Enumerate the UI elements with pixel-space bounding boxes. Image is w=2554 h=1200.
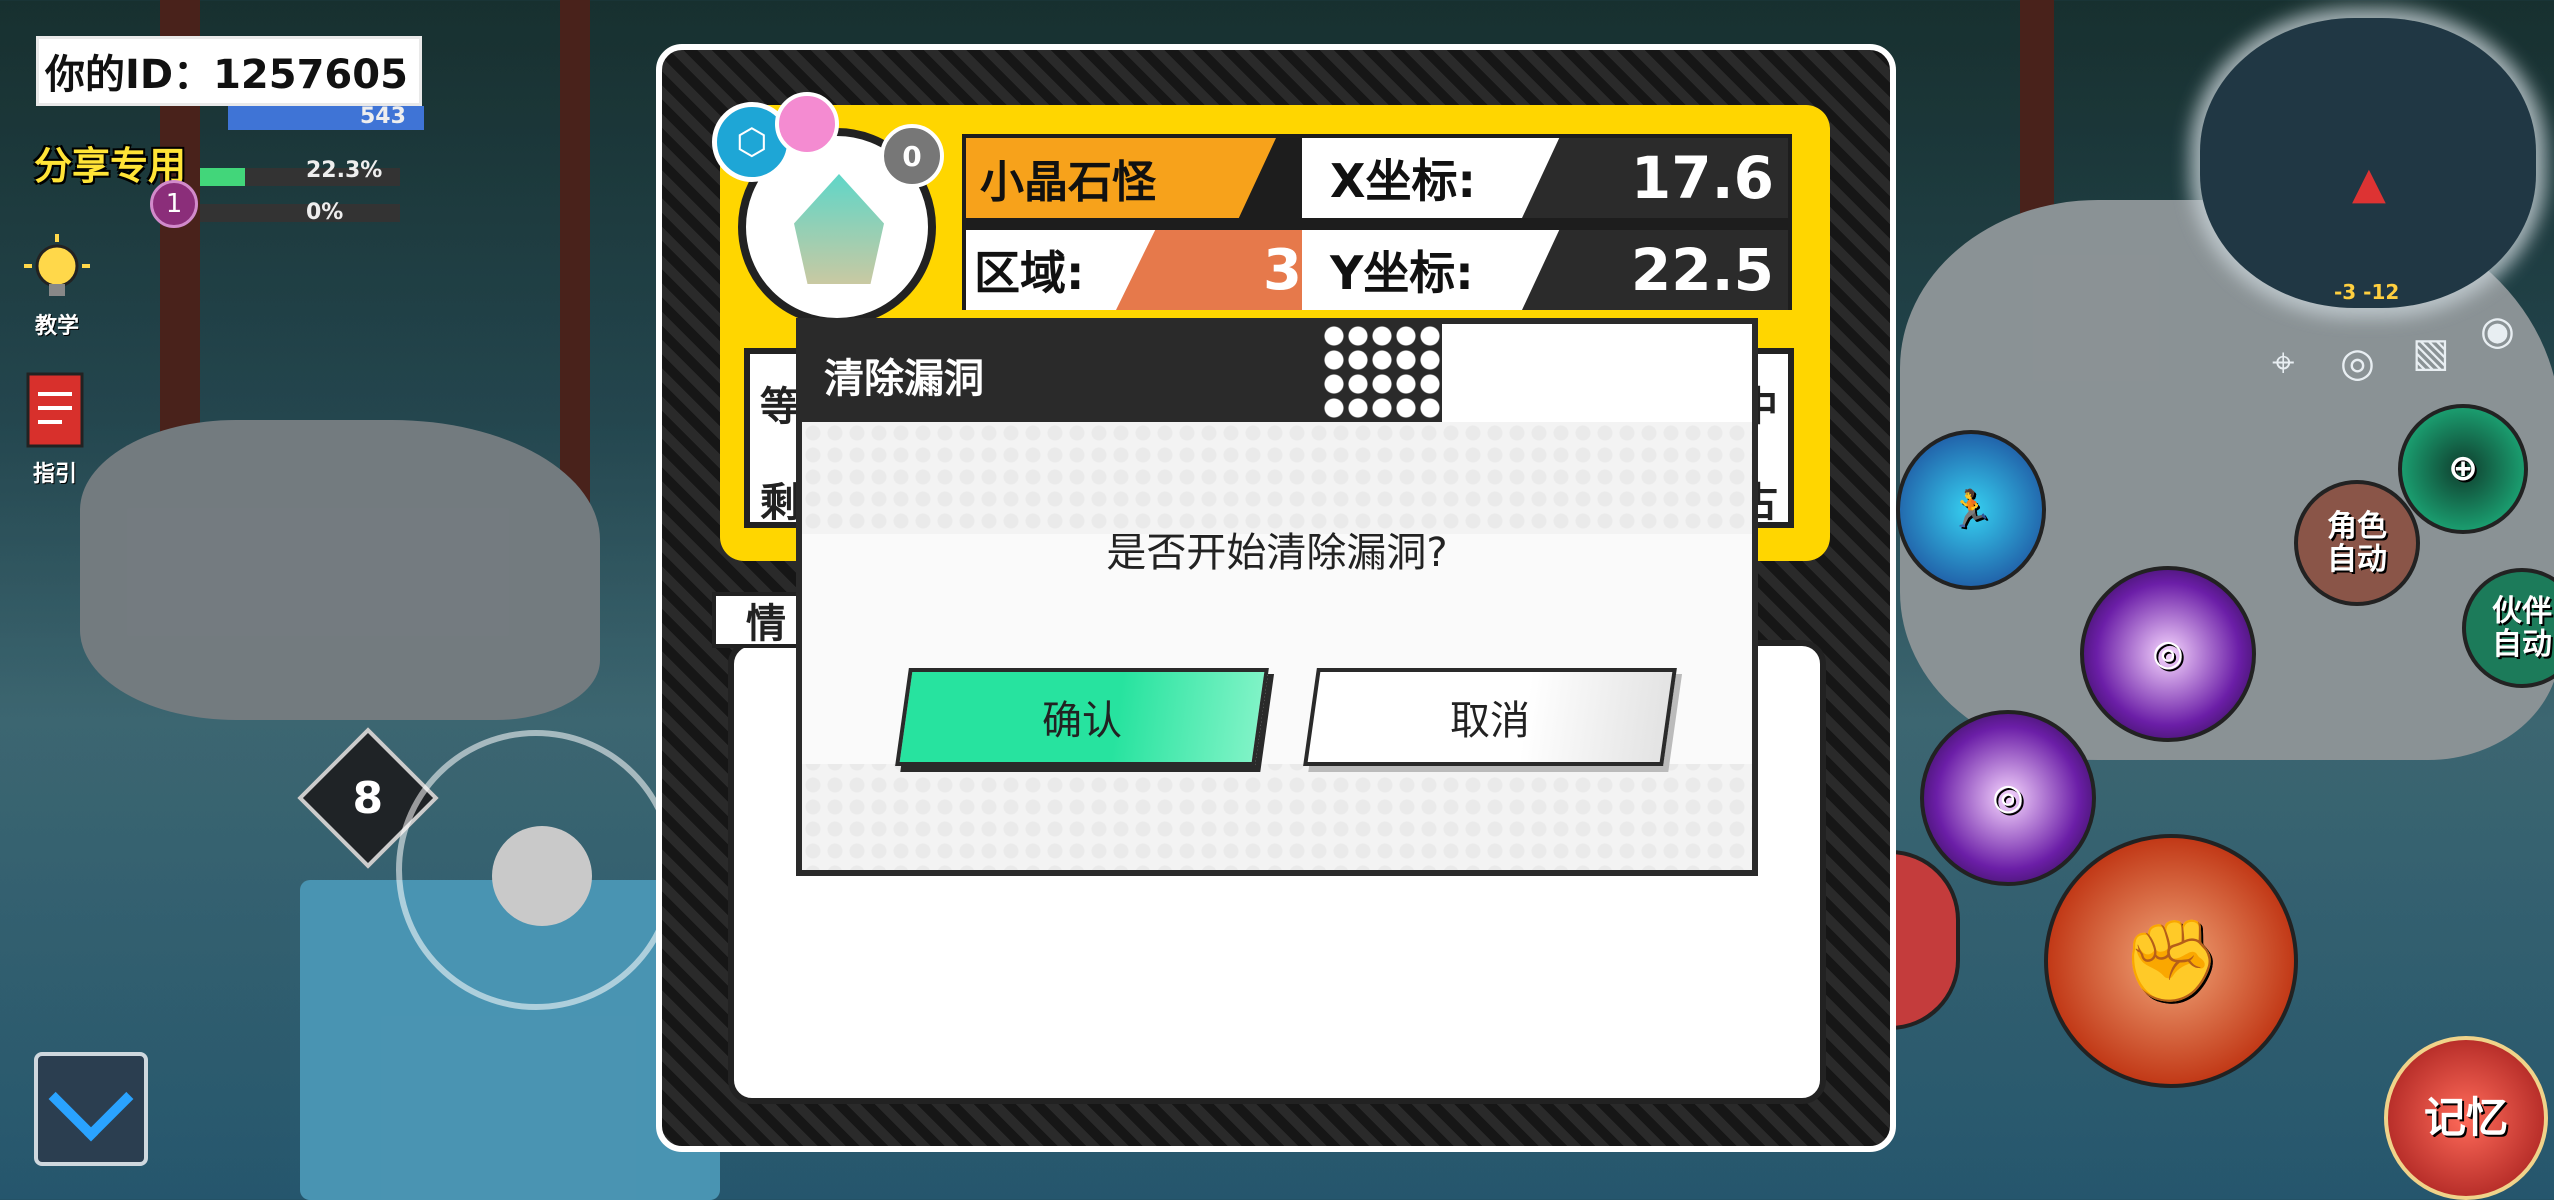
- header-dot-pattern: [1322, 324, 1442, 422]
- vortex-icon: ◎: [2152, 633, 2184, 675]
- role-auto-button[interactable]: 角色自动: [2294, 480, 2420, 606]
- dialog-header: 清除漏洞: [802, 324, 1752, 422]
- player-id-box: 你的ID：1257605: [36, 36, 422, 106]
- mana-bar: [200, 204, 400, 222]
- cancel-label: 取消: [1450, 698, 1530, 744]
- dash-skill-button[interactable]: 🏃: [1896, 430, 2046, 590]
- guide-button[interactable]: 指引: [22, 370, 88, 488]
- location-pin-icon[interactable]: ⌖: [2272, 340, 2295, 386]
- player-id-text: 你的ID：1257605: [45, 52, 408, 98]
- player-marker-icon: ▲: [2352, 158, 2386, 209]
- confirm-label: 确认: [1042, 698, 1122, 744]
- guide-label: 指引: [32, 462, 77, 487]
- vortex-skill-button[interactable]: ◎: [2080, 566, 2256, 742]
- pink-face-badge-icon: [775, 92, 839, 156]
- joystick-knob[interactable]: [492, 826, 592, 926]
- running-figure-icon: 🏃: [1948, 489, 1994, 531]
- crosshair-icon: ⊕: [2447, 448, 2479, 490]
- tutorial-label: 教学: [34, 314, 79, 339]
- punch-attack-button[interactable]: ✊: [2044, 834, 2298, 1088]
- mana-percent: 0%: [306, 200, 344, 225]
- minimap-coords: -3 -12: [2334, 280, 2400, 304]
- crystal-monster-icon: [794, 174, 884, 284]
- detail-left-2: 剩: [760, 480, 800, 526]
- hp-text: 543: [360, 104, 406, 129]
- vortex-skill-button-2[interactable]: ◎: [1920, 710, 2096, 886]
- collapse-menu-button[interactable]: [34, 1052, 148, 1166]
- x-coordinate-value: 17.6: [1522, 138, 1788, 218]
- document-icon: [26, 372, 84, 448]
- exp-bar-fill: [200, 168, 245, 186]
- y-coordinate-label: Y坐标:: [1302, 230, 1562, 310]
- target-lock-button[interactable]: ⊕: [2398, 404, 2528, 534]
- lightbulb-icon: [24, 234, 90, 296]
- target-icon[interactable]: ◎: [2340, 340, 2375, 386]
- vortex-icon: ◎: [1992, 777, 2024, 819]
- partner-auto-label: 伙伴自动: [2492, 594, 2552, 662]
- exp-percent: 22.3%: [306, 158, 383, 183]
- detail-left-1: 等: [760, 384, 800, 430]
- role-auto-label: 角色自动: [2327, 509, 2387, 577]
- joystick-level-text: 8: [352, 772, 384, 824]
- fist-icon: ✊: [2121, 914, 2221, 1007]
- cancel-button[interactable]: 取消: [1303, 668, 1677, 766]
- dialog-title: 清除漏洞: [824, 356, 984, 402]
- chevron-down-icon: [48, 1056, 134, 1142]
- memory-label: 记忆: [2423, 1092, 2508, 1142]
- player-level-badge: 1: [150, 180, 198, 228]
- monster-level-badge: 0: [880, 124, 944, 188]
- tab-info-label: 情: [746, 601, 786, 647]
- confirm-button[interactable]: 确认: [895, 668, 1269, 766]
- minimap[interactable]: ▲ -3 -12: [2200, 18, 2536, 308]
- memory-button[interactable]: 记忆: [2384, 1036, 2548, 1200]
- map-icon[interactable]: ▧: [2412, 330, 2450, 376]
- monster-name: 小晶石怪: [966, 138, 1276, 218]
- monster-stats-grid: 小晶石怪 X坐标: 17.6 区域: 3 Y坐标: 22.5: [962, 134, 1792, 310]
- y-coordinate-value: 22.5: [1522, 230, 1788, 310]
- tutorial-button[interactable]: 教学: [14, 232, 100, 340]
- dialog-message: 是否开始清除漏洞?: [1106, 530, 1448, 576]
- x-coordinate-label: X坐标:: [1302, 138, 1562, 218]
- header-white-stripe: [1442, 324, 1752, 422]
- movement-joystick[interactable]: [396, 730, 676, 1010]
- eye-icon[interactable]: ◉: [2480, 308, 2515, 354]
- clear-bug-dialog: 清除漏洞 是否开始清除漏洞? 确认 取消: [796, 318, 1758, 876]
